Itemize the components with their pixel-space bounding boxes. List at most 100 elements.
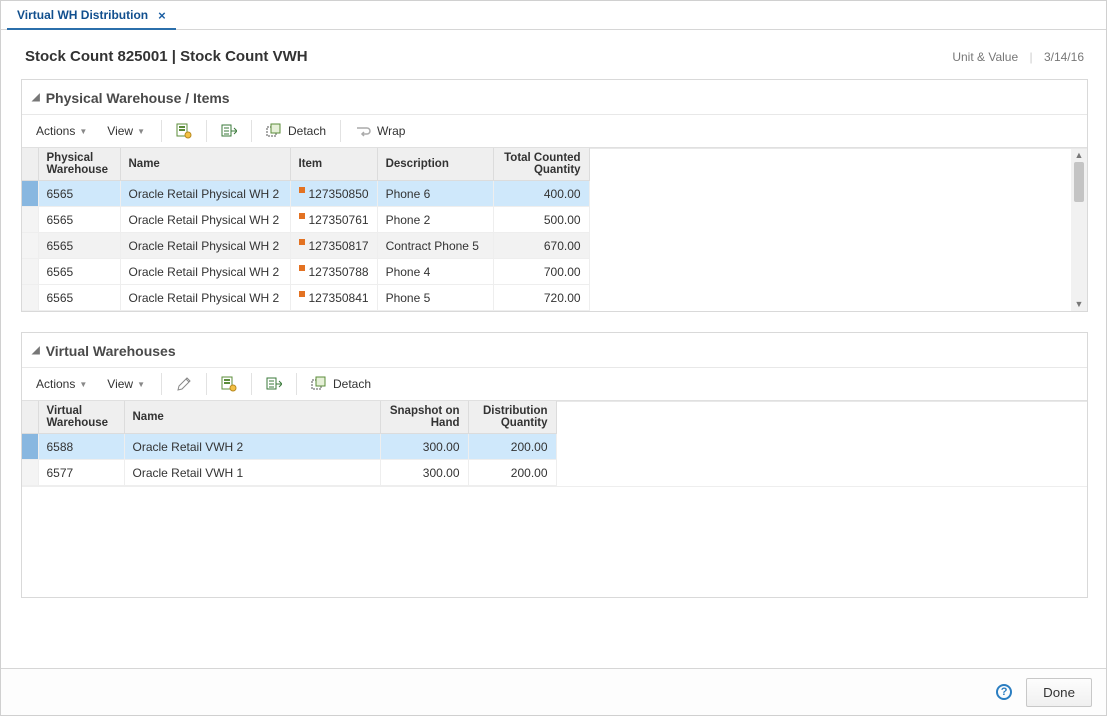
- cell-item: 127350817: [290, 233, 377, 259]
- scroll-up-icon[interactable]: ▲: [1075, 151, 1084, 160]
- col-name[interactable]: Name: [124, 401, 380, 434]
- cell-name: Oracle Retail VWH 2: [124, 434, 380, 460]
- actions-menu[interactable]: Actions ▼: [28, 120, 95, 142]
- table-header-row: Physical Warehouse Name Item Description…: [22, 148, 589, 181]
- item-marker-icon: [299, 291, 305, 297]
- detach-label: Detach: [288, 124, 326, 138]
- item-marker-icon: [299, 187, 305, 193]
- cell-physical-warehouse: 6565: [38, 207, 120, 233]
- cell-virtual-warehouse: 6588: [38, 434, 124, 460]
- actions-label: Actions: [36, 124, 75, 138]
- actions-label: Actions: [36, 377, 75, 391]
- wrap-button[interactable]: Wrap: [349, 119, 411, 143]
- cell-item-value: 127350850: [309, 187, 369, 201]
- export-icon: [266, 376, 282, 392]
- detach-label: Detach: [333, 377, 371, 391]
- cell-quantity: 720.00: [493, 285, 589, 311]
- view-menu[interactable]: View ▼: [99, 120, 153, 142]
- col-physical-warehouse[interactable]: Physical Warehouse: [38, 148, 120, 181]
- cell-item-value: 127350817: [309, 239, 369, 253]
- item-marker-icon: [299, 239, 305, 245]
- physical-toolbar: Actions ▼ View ▼: [22, 114, 1087, 148]
- export-button[interactable]: [215, 119, 243, 143]
- virtual-panel-header[interactable]: ◢ Virtual Warehouses: [22, 333, 1087, 367]
- tab-virtual-wh-distribution[interactable]: Virtual WH Distribution ×: [7, 2, 176, 30]
- grid-scrollbar[interactable]: ▲ ▼: [1071, 149, 1087, 311]
- cell-quantity: 670.00: [493, 233, 589, 259]
- row-handle: [22, 434, 38, 460]
- wrap-label: Wrap: [377, 124, 405, 138]
- actions-menu[interactable]: Actions ▼: [28, 373, 95, 395]
- toolbar-separator: [161, 373, 162, 395]
- cell-name: Oracle Retail Physical WH 2: [120, 207, 290, 233]
- virtual-grid-wrap: Virtual Warehouse Name Snapshot on Hand …: [22, 401, 1087, 486]
- done-label: Done: [1043, 685, 1075, 700]
- detach-icon: [266, 123, 282, 139]
- col-virtual-warehouse[interactable]: Virtual Warehouse: [38, 401, 124, 434]
- view-label: View: [107, 377, 133, 391]
- table-row[interactable]: 6565Oracle Retail Physical WH 2 127350761…: [22, 207, 589, 233]
- cell-item: 127350850: [290, 181, 377, 207]
- col-description[interactable]: Description: [377, 148, 493, 181]
- item-marker-icon: [299, 265, 305, 271]
- virtual-toolbar: Actions ▼ View ▼: [22, 367, 1087, 401]
- row-handle-header: [22, 401, 38, 434]
- export-icon: [221, 123, 237, 139]
- physical-warehouse-panel: ◢ Physical Warehouse / Items Actions ▼ V…: [21, 79, 1088, 312]
- col-total-counted-qty[interactable]: Total Counted Quantity: [493, 148, 589, 181]
- collapse-icon[interactable]: ◢: [32, 92, 40, 103]
- export-button[interactable]: [260, 372, 288, 396]
- cell-name: Oracle Retail Physical WH 2: [120, 181, 290, 207]
- chevron-down-icon: ▼: [137, 127, 145, 136]
- cell-quantity: 500.00: [493, 207, 589, 233]
- close-icon[interactable]: ×: [158, 9, 166, 22]
- row-handle-header: [22, 148, 38, 181]
- query-by-example-button[interactable]: [170, 119, 198, 143]
- table-row[interactable]: 6565Oracle Retail Physical WH 2127350788…: [22, 259, 589, 285]
- table-row[interactable]: 6577Oracle Retail VWH 1300.00200.00: [22, 460, 556, 486]
- cell-name: Oracle Retail Physical WH 2: [120, 259, 290, 285]
- toolbar-separator: [206, 120, 207, 142]
- footer: ? Done: [1, 668, 1106, 715]
- detach-button[interactable]: Detach: [305, 372, 377, 396]
- table-row[interactable]: 6565Oracle Retail Physical WH 2 127350850…: [22, 181, 589, 207]
- physical-panel-header[interactable]: ◢ Physical Warehouse / Items: [22, 80, 1087, 114]
- wrap-icon: [355, 123, 371, 139]
- view-menu[interactable]: View ▼: [99, 373, 153, 395]
- done-button[interactable]: Done: [1026, 678, 1092, 707]
- virtual-panel-title: Virtual Warehouses: [46, 343, 176, 359]
- content-scroll[interactable]: Stock Count 825001 | Stock Count VWH Uni…: [1, 30, 1106, 668]
- query-icon: [221, 376, 237, 392]
- item-marker-icon: [299, 213, 305, 219]
- table-row[interactable]: 6565Oracle Retail Physical WH 2127350841…: [22, 285, 589, 311]
- row-handle: [22, 181, 38, 207]
- col-name[interactable]: Name: [120, 148, 290, 181]
- query-icon: [176, 123, 192, 139]
- cell-quantity: 400.00: [493, 181, 589, 207]
- table-row[interactable]: 6588Oracle Retail VWH 2300.00200.00: [22, 434, 556, 460]
- toolbar-separator: [251, 120, 252, 142]
- toolbar-separator: [340, 120, 341, 142]
- col-snapshot-on-hand[interactable]: Snapshot on Hand: [380, 401, 468, 434]
- detach-button[interactable]: Detach: [260, 119, 332, 143]
- table-row[interactable]: 6565Oracle Retail Physical WH 2127350817…: [22, 233, 589, 259]
- panel-empty-area: [22, 486, 1087, 597]
- cell-item-value: 127350761: [309, 213, 369, 227]
- cell-name: Oracle Retail VWH 1: [124, 460, 380, 486]
- cell-snapshot: 300.00: [380, 434, 468, 460]
- col-distribution-quantity[interactable]: Distribution Quantity: [468, 401, 556, 434]
- edit-button[interactable]: [170, 372, 198, 396]
- virtual-warehouses-panel: ◢ Virtual Warehouses Actions ▼ View ▼: [21, 332, 1088, 598]
- query-by-example-button[interactable]: [215, 372, 243, 396]
- scroll-down-icon[interactable]: ▼: [1075, 300, 1084, 309]
- cell-physical-warehouse: 6565: [38, 181, 120, 207]
- scrollbar-thumb[interactable]: [1074, 162, 1084, 202]
- col-item[interactable]: Item: [290, 148, 377, 181]
- collapse-icon[interactable]: ◢: [32, 345, 40, 356]
- meta-unit-value: Unit & Value: [952, 50, 1018, 64]
- row-handle: [22, 207, 38, 233]
- cell-quantity: 700.00: [493, 259, 589, 285]
- virtual-grid: Virtual Warehouse Name Snapshot on Hand …: [22, 401, 557, 486]
- tab-label: Virtual WH Distribution: [17, 8, 148, 22]
- help-icon[interactable]: ?: [996, 684, 1012, 700]
